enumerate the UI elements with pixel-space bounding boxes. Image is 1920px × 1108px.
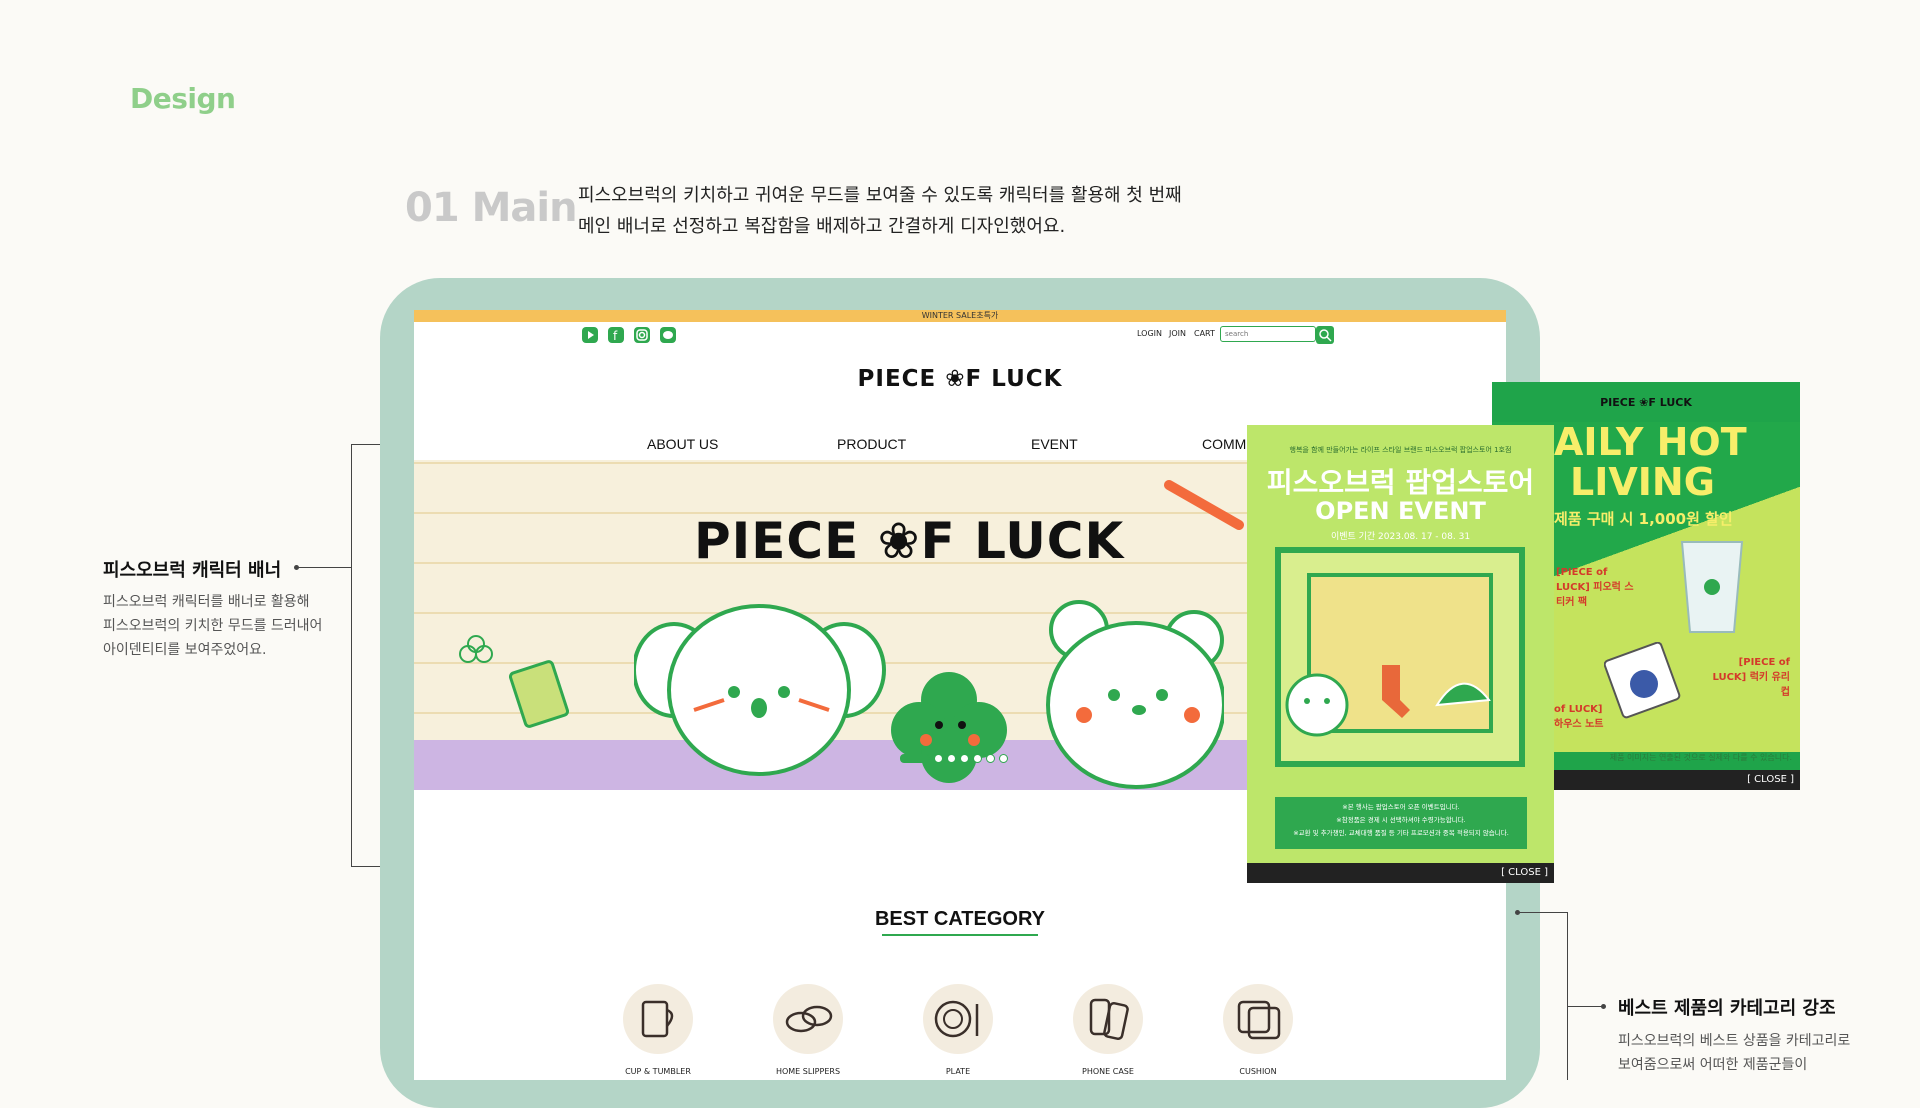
popup-date: 이벤트 기간 2023.08. 17 - 08. 31	[1330, 532, 1471, 542]
instagram-icon[interactable]	[634, 327, 650, 343]
intro-line-2: 메인 배너로 선정하고 복잡함을 배제하고 간결하게 디자인했어요.	[578, 216, 1066, 237]
slider-dot[interactable]	[960, 754, 969, 763]
popup-title-line1: AILY HOT	[1554, 420, 1747, 464]
category-plate-icon[interactable]	[923, 984, 993, 1054]
product-label-cup: [PIECE of LUCK] 럭키 유리컵	[1712, 657, 1790, 698]
cart-link[interactable]: CART	[1194, 329, 1215, 338]
left-pointer	[296, 567, 351, 568]
talk-icon[interactable]	[660, 327, 676, 343]
bear-in-machine	[1285, 673, 1349, 737]
nav-about-us[interactable]: ABOUT US	[647, 436, 718, 452]
popup-disclaimer: 제품 이미지는 연출된 것으로 실제와 다를 수 있습니다.	[1609, 753, 1792, 762]
notebook-image	[1604, 642, 1681, 719]
category-cushion-icon[interactable]	[1223, 984, 1293, 1054]
category-slippers-icon[interactable]	[773, 984, 843, 1054]
nav-event[interactable]: EVENT	[1031, 436, 1078, 452]
category-label[interactable]: HOME SLIPPERS	[748, 1067, 868, 1076]
section-label: Design	[130, 82, 236, 115]
popup-note-line: ※본 행사는 팝업스토어 오픈 이벤트입니다.	[1342, 803, 1460, 811]
left-annotation-line: 피스오브럭의 키치한 무드를 드러내어	[103, 618, 323, 634]
pencil-icon	[1164, 480, 1244, 530]
left-annotation-line: 피스오브럭 캐릭터를 배너로 활용해	[103, 594, 310, 610]
slider-dot[interactable]	[947, 754, 956, 763]
right-annotation-title: 베스트 제품의 카테고리 강조	[1618, 998, 1836, 1019]
popup-subtitle: 제품 구매 시 1,000원 할인	[1554, 510, 1733, 528]
right-bracket-vertical	[1567, 912, 1568, 1080]
category-label[interactable]: CUSHION	[1198, 1067, 1318, 1076]
category-label[interactable]: PHONE CASE	[1048, 1067, 1168, 1076]
right-annotation-line: 피스오브럭의 베스트 상품을 카테고리로	[1618, 1033, 1851, 1049]
product-label-sticker: [PIECE of LUCK] 피오럭 스티커 팩	[1556, 567, 1634, 608]
login-link[interactable]: LOGIN	[1137, 329, 1162, 338]
socks-image	[1382, 665, 1410, 718]
best-category-underline	[882, 934, 1038, 936]
popup-tagline: 행복을 함께 만들어가는 라이프 스타일 브랜드 피스오브럭 팝업스토어 1호점	[1289, 446, 1512, 454]
category-phone-case-icon[interactable]	[1073, 984, 1143, 1054]
facebook-icon[interactable]: f	[608, 327, 624, 343]
right-annotation-line: 보여줌으로써 어떠한 제품군들이	[1618, 1057, 1808, 1073]
banner-logo: PIECE ❀F LUCK	[694, 512, 1125, 570]
notebook-icon	[509, 660, 569, 728]
popup-notes: ※본 행사는 팝업스토어 오픈 이벤트입니다. ※참정품은 경제 시 선택하셔야…	[1275, 797, 1527, 849]
left-annotation-title: 피스오브럭 캐릭터 배너	[103, 560, 282, 581]
slider-dot[interactable]	[986, 754, 995, 763]
clover-character	[891, 672, 1007, 783]
right-annotation-body: 피스오브럭의 베스트 상품을 카테고리로 보여줌으로써 어떠한 제품군들이	[1618, 1029, 1850, 1077]
svg-text:f: f	[613, 329, 618, 343]
popup-note-line: ※참정품은 경제 시 선택하셔야 수령가능합니다.	[1336, 816, 1466, 824]
popup-title-line2: LIVING	[1570, 460, 1715, 504]
bear-character	[1046, 600, 1224, 789]
popup-subtitle: OPEN EVENT	[1315, 497, 1486, 525]
category-label[interactable]: PLATE	[898, 1067, 1018, 1076]
umbrella-image	[1435, 682, 1491, 707]
nav-product[interactable]: PRODUCT	[837, 436, 906, 452]
category-label[interactable]: CUP & TUMBLER	[598, 1067, 718, 1076]
slider-dot[interactable]	[973, 754, 982, 763]
search-icon[interactable]	[1316, 326, 1334, 344]
search-input[interactable]	[1220, 326, 1316, 342]
left-bracket-vertical	[351, 444, 352, 866]
intro-line-1: 피스오브럭의 키치하고 귀여운 무드를 보여줄 수 있도록 캐릭터를 활용해 첫…	[578, 185, 1182, 206]
right-pointer	[1567, 1006, 1605, 1007]
site-logo[interactable]: PIECE ❀F LUCK	[414, 366, 1506, 392]
left-annotation-line: 아이덴티티를 보여주었어요.	[103, 642, 267, 658]
right-bracket-top	[1517, 912, 1567, 913]
left-annotation-body: 피스오브럭 캐릭터를 배너로 활용해 피스오브럭의 키치한 무드를 드러내어 아…	[103, 590, 322, 662]
popup-close-button[interactable]: [ CLOSE ]	[1247, 863, 1554, 883]
popup-open-event[interactable]: 행복을 함께 만들어가는 라이프 스타일 브랜드 피스오브럭 팝업스토어 1호점…	[1247, 425, 1554, 883]
left-pointer-node	[294, 565, 299, 570]
category-cup-icon[interactable]	[623, 984, 693, 1054]
youtube-icon[interactable]	[582, 327, 598, 343]
section-number: 01 Main	[405, 185, 578, 231]
koala-character	[634, 604, 886, 776]
glass-cup-image	[1680, 541, 1744, 633]
slider-dot[interactable]	[999, 754, 1008, 763]
right-pointer-node	[1601, 1004, 1606, 1009]
slider-dot[interactable]	[934, 754, 943, 763]
popup-logo: PIECE ❀F LUCK	[1600, 396, 1692, 409]
join-link[interactable]: JOIN	[1169, 329, 1186, 338]
promo-bar[interactable]: WINTER SALE초특가	[414, 310, 1506, 322]
clover-small-icon	[459, 635, 493, 663]
best-category-title: BEST CATEGORY	[874, 908, 1045, 930]
slider-dot-active[interactable]	[900, 754, 930, 763]
popup-title: 피스오브럭 팝업스토어	[1266, 466, 1535, 499]
popup-note-line: ※교환 및 추가챙인, 교체대행 품질 등 기타 프로모션과 중복 적용되지 않…	[1293, 829, 1509, 837]
